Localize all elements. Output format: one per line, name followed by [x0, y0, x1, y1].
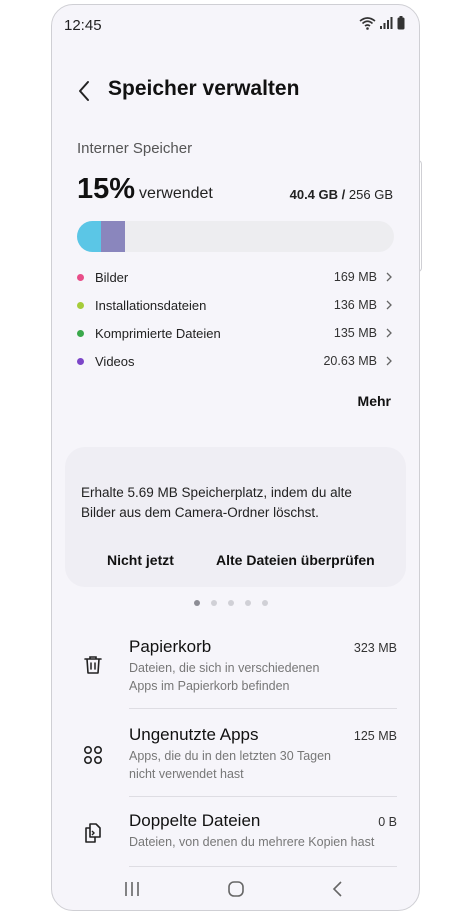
total-amount: 256 GB — [348, 187, 393, 202]
category-name: Videos — [95, 353, 135, 369]
storage-usage-bar — [77, 221, 394, 252]
item-title: Ungenutzte Apps — [129, 725, 259, 744]
suggestion-page-indicator[interactable] — [194, 600, 268, 606]
storage-section-label: Interner Speicher — [77, 140, 193, 157]
apps-grid-icon — [83, 745, 103, 765]
more-button[interactable]: Mehr — [358, 393, 391, 409]
page-dot — [245, 600, 251, 606]
chevron-left-icon — [79, 81, 89, 101]
suggestion-message: Erhalte 5.69 MB Speicherplatz, indem du … — [81, 485, 352, 520]
duplicate-files-icon — [85, 823, 101, 843]
capacity-separator: / — [341, 187, 346, 202]
storage-bar-segment-2 — [101, 221, 125, 252]
storage-category-list: Bilder 169 MB Installationsdateien 136 M… — [77, 263, 393, 375]
category-color-dot — [77, 273, 84, 281]
category-color-dot — [77, 301, 84, 309]
navigation-bar — [52, 867, 419, 910]
suggestion-card: Erhalte 5.69 MB Speicherplatz, indem du … — [65, 447, 406, 587]
page-dot — [194, 600, 200, 606]
storage-category-installationsdateien[interactable]: Installationsdateien 136 MB — [77, 291, 393, 319]
storage-category-bilder[interactable]: Bilder 169 MB — [77, 263, 393, 291]
item-description: Dateien, die sich in verschiedenen Apps … — [129, 661, 320, 693]
item-title: Doppelte Dateien — [129, 811, 261, 830]
storage-capacity: 40.4 GB / 256 GB — [290, 187, 393, 202]
home-icon — [228, 881, 244, 897]
category-size: 135 MB — [333, 326, 377, 340]
wifi-icon — [359, 17, 376, 30]
category-name: Komprimierte Dateien — [95, 325, 221, 341]
status-time: 12:45 — [64, 17, 102, 34]
used-percent: 15% — [77, 173, 136, 205]
trash-icon — [84, 656, 102, 674]
category-size: 20.63 MB — [323, 354, 377, 368]
category-name: Installationsdateien — [95, 297, 207, 313]
storage-category-komprimierte-dateien[interactable]: Komprimierte Dateien 135 MB — [77, 319, 393, 347]
not-now-button[interactable]: Nicht jetzt — [107, 552, 174, 568]
list-item-ungenutzte-apps[interactable]: Ungenutzte Apps 125 MB Apps, die du in d… — [65, 709, 407, 797]
back-button[interactable] — [74, 79, 94, 103]
recents-icon — [125, 882, 139, 896]
storage-category-videos[interactable]: Videos 20.63 MB — [77, 347, 393, 375]
item-description: Dateien, von denen du mehrere Kopien has… — [129, 835, 375, 849]
list-item-papierkorb[interactable]: Papierkorb 323 MB Dateien, die sich in v… — [65, 623, 407, 709]
item-title: Papierkorb — [129, 637, 212, 656]
page-dot — [211, 600, 217, 606]
status-icons — [359, 16, 405, 30]
category-size: 169 MB — [333, 270, 377, 284]
chevron-right-icon — [386, 328, 392, 338]
category-size: 136 MB — [333, 298, 377, 312]
app-header: Speicher verwalten — [52, 65, 419, 115]
review-old-files-button[interactable]: Alte Dateien überprüfen — [216, 552, 375, 568]
battery-icon — [397, 16, 405, 30]
back-icon — [332, 881, 342, 897]
nav-back-button[interactable] — [326, 879, 350, 899]
item-description: Apps, die du in den letzten 30 Tagen nic… — [129, 749, 332, 781]
storage-bar-segment-1 — [77, 221, 101, 252]
list-item-doppelte-dateien[interactable]: Doppelte Dateien 0 B Dateien, von denen … — [65, 797, 407, 867]
page-dot — [228, 600, 234, 606]
category-color-dot — [77, 329, 84, 337]
chevron-right-icon — [386, 272, 392, 282]
page-dot — [262, 600, 268, 606]
phone-screen: 12:45 Speicher verwalten Interner Speich… — [51, 4, 420, 911]
signal-icon — [380, 17, 393, 29]
status-bar: 12:45 — [52, 5, 419, 45]
cleanup-options-list: Papierkorb 323 MB Dateien, die sich in v… — [65, 623, 407, 867]
storage-usage-summary: 15% verwendet 40.4 GB / 256 GB — [77, 173, 393, 209]
chevron-right-icon — [386, 356, 392, 366]
chevron-right-icon — [386, 300, 392, 310]
item-size: 0 B — [378, 815, 397, 829]
home-button[interactable] — [224, 879, 248, 899]
page-title: Speicher verwalten — [108, 77, 300, 100]
recent-apps-button[interactable] — [120, 879, 144, 899]
category-name: Bilder — [95, 269, 129, 285]
item-size: 125 MB — [353, 729, 397, 743]
used-amount: 40.4 GB — [289, 187, 339, 202]
category-color-dot — [77, 357, 84, 365]
item-size: 323 MB — [353, 641, 397, 655]
used-percent-label: verwendet — [139, 185, 213, 202]
